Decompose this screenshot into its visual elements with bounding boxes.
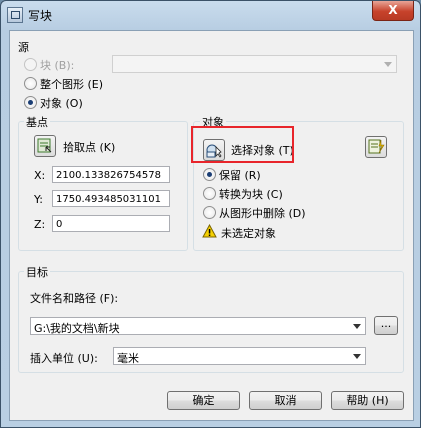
y-label: Y: [34,193,43,206]
insert-units-label: 插入单位 (U): [30,352,98,365]
close-button[interactable]: X [372,1,414,21]
insert-units-dropdown[interactable]: 毫米 [113,347,366,365]
dialog-window: 写块 X 源 块 (B): 整个图形 (E) 对象 (O) 基点 拾取点 (K)… [0,0,421,428]
y-coordinate-input[interactable]: 1750.493485031101 [52,190,170,207]
help-button[interactable]: 帮助 (H) [331,391,404,410]
filename-label: 文件名和路径 (F): [30,292,119,305]
ok-button[interactable]: 确定 [167,391,240,410]
no-objects-selected-text: 未选定对象 [221,227,276,240]
filename-value: G:\我的文档\新块 [34,322,120,335]
retain-label: 保留 (R) [219,169,261,182]
objects-radio-label: 对象 (O) [40,97,83,110]
quick-select-button[interactable] [365,136,387,158]
source-heading: 源 [18,41,29,54]
cancel-button[interactable]: 取消 [249,391,322,410]
x-label: X: [34,169,46,182]
objects-radio[interactable] [24,96,37,109]
insert-units-value: 毫米 [117,352,139,365]
convert-to-block-label: 转换为块 (C) [219,188,283,201]
filename-dropdown[interactable]: G:\我的文档\新块 [30,317,366,335]
quick-select-icon [368,139,385,154]
block-radio[interactable] [24,58,37,71]
block-name-dropdown[interactable] [112,55,397,73]
warning-icon [202,224,217,238]
delete-from-drawing-label: 从图形中删除 (D) [219,207,306,220]
x-coordinate-input[interactable]: 2100.133826754578 [52,166,170,183]
z-label: Z: [34,218,46,231]
target-heading: 目标 [24,264,50,280]
window-title: 写块 [28,9,53,23]
block-radio-label: 块 (B): [40,59,75,72]
chevron-down-icon [384,62,392,67]
retain-radio[interactable] [203,168,216,181]
z-coordinate-input[interactable]: 0 [52,215,170,232]
delete-from-drawing-radio[interactable] [203,206,216,219]
chevron-down-icon [353,354,361,359]
browse-button[interactable]: ... [374,316,398,335]
highlight-box [191,126,294,163]
pick-point-label: 拾取点 (K) [63,141,116,154]
app-icon [7,7,23,23]
title-bar[interactable]: 写块 X [1,1,420,29]
convert-to-block-radio[interactable] [203,187,216,200]
dialog-body: 源 块 (B): 整个图形 (E) 对象 (O) 基点 拾取点 (K) X: 2… [9,30,414,421]
base-point-heading: 基点 [24,114,50,130]
entire-drawing-label: 整个图形 (E) [40,78,104,91]
chevron-down-icon [353,324,361,329]
pick-point-button[interactable] [34,135,56,157]
entire-drawing-radio[interactable] [24,77,37,90]
pick-point-icon [37,138,52,153]
